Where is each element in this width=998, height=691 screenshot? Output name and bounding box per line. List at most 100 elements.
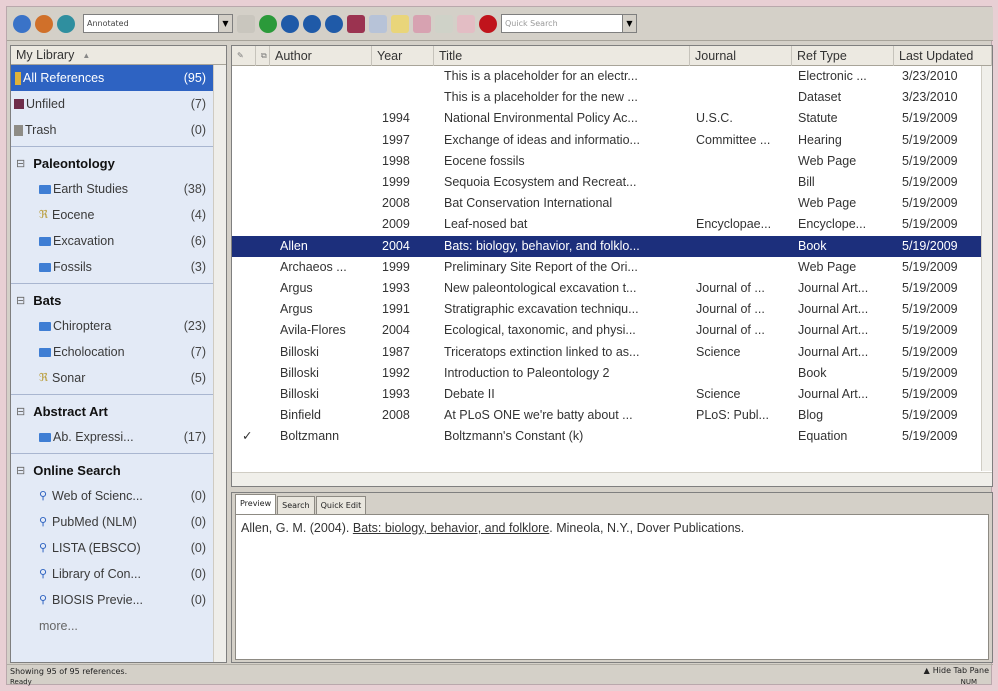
col-title[interactable]: Title: [434, 46, 690, 66]
cell-updated: 3/23/2010: [902, 69, 958, 83]
sort-up-icon: ▲: [82, 50, 91, 60]
trash-item[interactable]: Trash (0): [11, 117, 214, 143]
online-item-biosis[interactable]: ⚲ BIOSIS Previe... (0): [11, 587, 214, 613]
online-item-pubmed[interactable]: ⚲ PubMed (NLM) (0): [11, 509, 214, 535]
cell-reftype: Journal Art...: [798, 387, 869, 401]
my-library-header[interactable]: My Library ▲: [11, 46, 226, 65]
online-search-add-icon[interactable]: [259, 14, 277, 33]
more-link[interactable]: more...: [11, 613, 214, 639]
preview-tabs: Preview Search Quick Edit: [232, 493, 992, 514]
cell-updated: 5/19/2009: [902, 217, 958, 232]
group-set-paleontology[interactable]: ⊟ Paleontology: [11, 150, 214, 176]
table-row[interactable]: Allen 2004 Bats: biology, behavior, and fo…: [232, 235, 992, 257]
group-item-ab-expressionism[interactable]: Ab. Expressi... (17): [11, 424, 214, 450]
cell-reftype: Journal Art...: [798, 323, 869, 338]
chevron-down-icon[interactable]: ▼: [218, 15, 232, 32]
col-author[interactable]: Author: [270, 46, 372, 66]
col-year[interactable]: Year: [372, 46, 434, 66]
group-set-online-search[interactable]: ⊟ Online Search: [11, 457, 214, 483]
cell-journal: [696, 257, 790, 278]
chevron-down-icon[interactable]: ▼: [622, 15, 636, 32]
cell-author: Argus: [280, 281, 313, 295]
table-row[interactable]: 2008 Bat Conservation International Web Pa…: [232, 193, 992, 214]
online-item-library-of-congress[interactable]: ⚲ Library of Con... (0): [11, 561, 214, 587]
all-references-item[interactable]: All References (95): [11, 65, 214, 91]
open-file-icon[interactable]: [391, 14, 409, 33]
table-row[interactable]: 2009 Leaf-nosed bat Encyclopae... Encyclope…: [232, 214, 992, 235]
cell-year: 1991: [382, 302, 410, 317]
tab-search[interactable]: Search: [277, 496, 315, 514]
quick-search-input[interactable]: Quick Search ▼: [501, 14, 637, 33]
cell-title: This is a placeholder for an electr...: [444, 69, 638, 83]
table-row[interactable]: Billoski 1987 Triceratops extinction linke…: [232, 342, 992, 363]
group-item-earth-studies[interactable]: Earth Studies (38): [11, 176, 214, 202]
cell-read: [242, 384, 256, 405]
cell-author: [280, 66, 372, 87]
table-row[interactable]: Argus 1991 Stratigraphic excavation techni…: [232, 299, 992, 320]
table-row[interactable]: 1994 National Environmental Policy Ac... U…: [232, 108, 992, 129]
table-row[interactable]: 1999 Sequoia Ecosystem and Recreat... Bill…: [232, 172, 992, 193]
status-count: Showing 95 of 95 references.: [7, 664, 993, 678]
status-ready: Ready: [10, 678, 32, 686]
unfiled-icon: [14, 99, 24, 109]
col-ref-type[interactable]: Ref Type: [792, 46, 894, 66]
cell-reftype: Book: [798, 365, 827, 380]
new-reference-icon[interactable]: [237, 14, 255, 33]
link-icon[interactable]: [369, 14, 387, 33]
format-bibliography-icon[interactable]: [435, 14, 453, 33]
unfiled-item[interactable]: Unfiled (7): [11, 91, 214, 117]
group-item-fossils[interactable]: Fossils (3): [11, 254, 214, 280]
groups-pane: My Library ▲ All References (95) Unfiled…: [10, 45, 227, 663]
cell-journal: [696, 87, 790, 108]
table-row[interactable]: 1998 Eocene fossils Web Page 5/19/2009: [232, 151, 992, 172]
tab-quick-edit[interactable]: Quick Edit: [315, 496, 367, 514]
group-item-chiroptera[interactable]: Chiroptera (23): [11, 313, 214, 339]
help-icon[interactable]: [479, 14, 497, 33]
attachment-column-header[interactable]: ⧉: [256, 46, 270, 66]
group-set-abstract-art[interactable]: ⊟ Abstract Art: [11, 398, 214, 424]
local-library-icon[interactable]: [13, 14, 31, 33]
hide-tab-pane-button[interactable]: ▲ Hide Tab Pane: [924, 664, 989, 678]
table-row[interactable]: Binfield 2008 At PLoS ONE we're batty abou…: [232, 405, 992, 426]
col-last-updated[interactable]: Last Updated: [894, 46, 992, 66]
group-icon[interactable]: [347, 14, 365, 33]
references-horizontal-scrollbar[interactable]: [232, 472, 992, 486]
table-row[interactable]: Billoski 1992 Introduction to Paleontology…: [232, 363, 992, 384]
cell-journal: [696, 426, 790, 447]
online-item-lista[interactable]: ⚲ LISTA (EBSCO) (0): [11, 535, 214, 561]
group-item-excavation[interactable]: Excavation (6): [11, 228, 214, 254]
smart-group-icon: ℜ: [39, 208, 48, 221]
cell-title: Triceratops extinction linked to as...: [444, 344, 640, 359]
import-icon[interactable]: [303, 14, 321, 33]
col-journal[interactable]: Journal: [690, 46, 792, 66]
table-row[interactable]: Billoski 1993 Debate II Science Journal Art.…: [232, 384, 992, 405]
reference-list: ✎ ⧉ Author Year Title Journal Ref Type L…: [231, 45, 993, 487]
smart-group-icon: ℜ: [39, 371, 48, 384]
cell-author: Billoski: [280, 365, 319, 380]
table-row[interactable]: ✓ Boltzmann Boltzmann's Constant (k) Equati…: [232, 426, 992, 447]
online-item-web-of-science[interactable]: ⚲ Web of Scienc... (0): [11, 483, 214, 509]
output-style-select[interactable]: Annotated ▼: [83, 14, 233, 33]
table-row[interactable]: This is a placeholder for the new ... Dat…: [232, 87, 992, 108]
table-row[interactable]: This is a placeholder for an electr... El…: [232, 66, 992, 87]
read-column-header[interactable]: ✎: [232, 46, 256, 66]
group-set-bats[interactable]: ⊟ Bats: [11, 287, 214, 313]
export-icon[interactable]: [325, 14, 343, 33]
online-search-icon[interactable]: [35, 14, 53, 33]
table-row[interactable]: Argus 1993 New paleontological excavation …: [232, 278, 992, 299]
tab-preview[interactable]: Preview: [235, 494, 277, 514]
insert-citation-icon[interactable]: [413, 14, 431, 33]
group-item-eocene[interactable]: ℜ Eocene (4): [11, 202, 214, 228]
integrated-library-icon[interactable]: [57, 14, 75, 33]
group-item-echolocation[interactable]: Echolocation (7): [11, 339, 214, 365]
cwyw-icon[interactable]: [457, 14, 475, 33]
cell-year: 2004: [382, 238, 410, 253]
group-item-sonar[interactable]: ℜ Sonar (5): [11, 365, 214, 391]
groups-scrollbar[interactable]: [213, 65, 226, 662]
cell-updated: 5/19/2009: [902, 111, 958, 126]
table-row[interactable]: 1997 Exchange of ideas and informatio... C…: [232, 130, 992, 151]
table-row[interactable]: Avila-Flores 2004 Ecological, taxonomic, a…: [232, 320, 992, 341]
table-row[interactable]: Archaeos ... 1999 Preliminary Site Report …: [232, 257, 992, 278]
find-full-text-icon[interactable]: [281, 14, 299, 33]
references-vertical-scrollbar[interactable]: [981, 66, 992, 471]
